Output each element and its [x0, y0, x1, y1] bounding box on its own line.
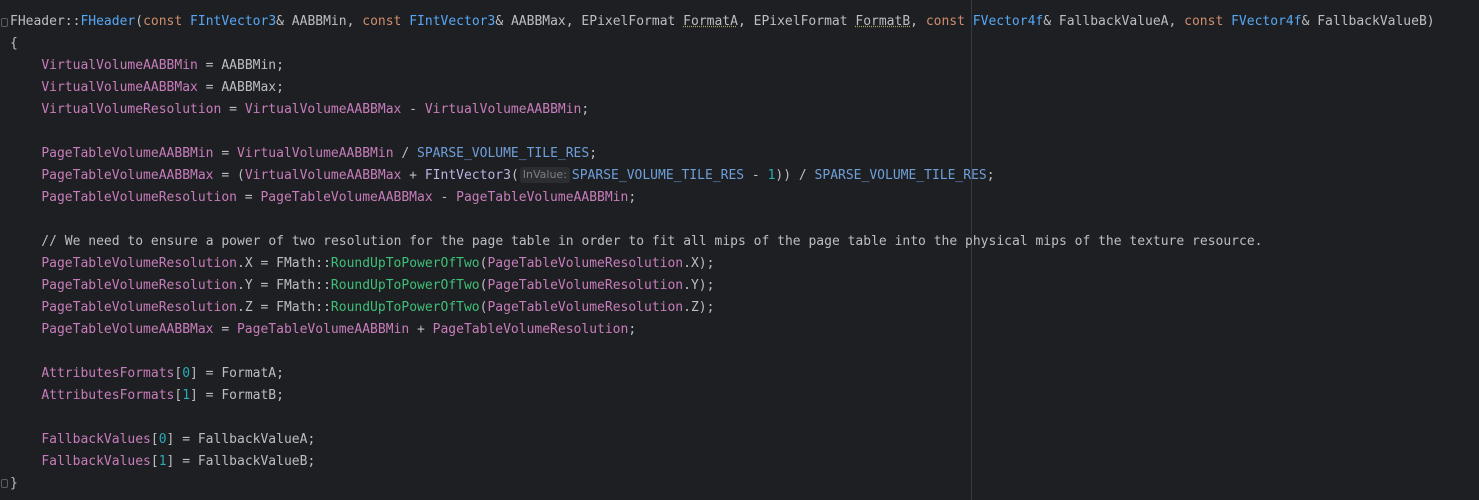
code-line[interactable]: PageTableVolumeResolution.Y = FMath::Rou… [10, 275, 1435, 297]
fold-expand-icon[interactable] [1, 18, 8, 27]
code-line[interactable]: VirtualVolumeResolution = VirtualVolumeA… [10, 99, 1435, 121]
code-editor[interactable]: FHeader::FHeader(const FIntVector3& AABB… [0, 0, 1479, 500]
inlay-param-hint: InValue: [519, 167, 570, 183]
code-line[interactable] [10, 209, 1435, 231]
code-line[interactable]: FallbackValues[0] = FallbackValueA; [10, 429, 1435, 451]
code-line[interactable]: { [10, 33, 1435, 55]
code-line[interactable]: AttributesFormats[1] = FormatB; [10, 385, 1435, 407]
code-area[interactable]: FHeader::FHeader(const FIntVector3& AABB… [10, 11, 1435, 495]
code-line[interactable]: PageTableVolumeAABBMax = PageTableVolume… [10, 319, 1435, 341]
code-line[interactable]: VirtualVolumeAABBMin = AABBMin; [10, 55, 1435, 77]
code-line[interactable]: PageTableVolumeResolution.Z = FMath::Rou… [10, 297, 1435, 319]
fold-collapse-icon[interactable] [1, 479, 8, 488]
code-line[interactable]: PageTableVolumeResolution.X = FMath::Rou… [10, 253, 1435, 275]
code-line[interactable]: PageTableVolumeResolution = PageTableVol… [10, 187, 1435, 209]
code-line[interactable] [10, 341, 1435, 363]
code-line[interactable] [10, 121, 1435, 143]
code-line[interactable]: PageTableVolumeAABBMin = VirtualVolumeAA… [10, 143, 1435, 165]
code-line[interactable]: FallbackValues[1] = FallbackValueB; [10, 451, 1435, 473]
code-line[interactable]: VirtualVolumeAABBMax = AABBMax; [10, 77, 1435, 99]
code-line[interactable] [10, 407, 1435, 429]
code-line[interactable]: AttributesFormats[0] = FormatA; [10, 363, 1435, 385]
code-line[interactable]: // We need to ensure a power of two reso… [10, 231, 1435, 253]
code-line[interactable]: PageTableVolumeAABBMax = (VirtualVolumeA… [10, 165, 1435, 187]
code-line[interactable]: } [10, 473, 1435, 495]
code-line[interactable]: FHeader::FHeader(const FIntVector3& AABB… [10, 11, 1435, 33]
